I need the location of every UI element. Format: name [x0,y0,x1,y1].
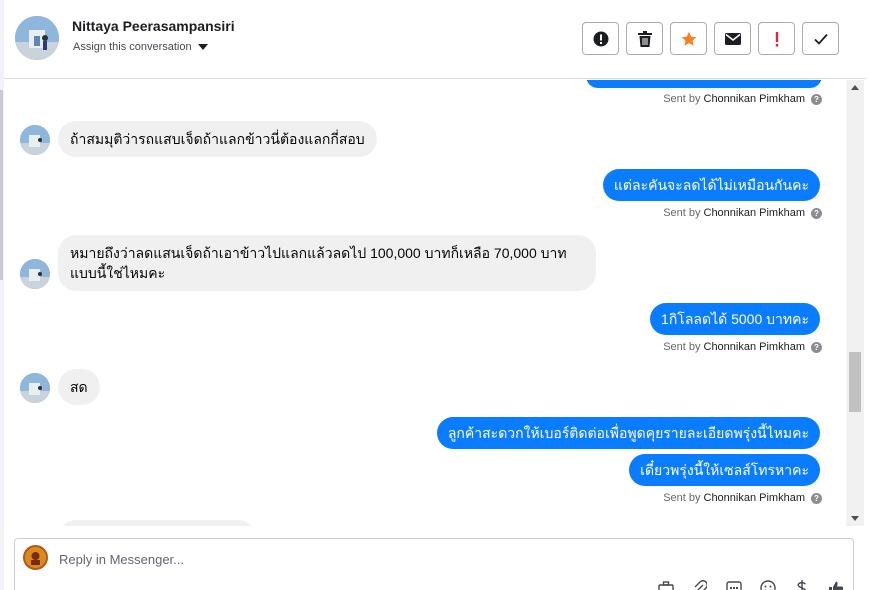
gif-icon[interactable] [725,579,743,590]
sent-by-label: Sent by Chonnikan Pimkham ? [663,341,822,353]
reply-input[interactable] [59,549,659,569]
sender-name: Chonnikan Pimkham [703,341,806,353]
contact-avatar-small [20,259,50,289]
assign-label: Assign this conversation [73,41,192,53]
incoming-message [58,520,256,526]
scroll-down-arrow-icon[interactable] [851,516,859,521]
envelope-icon [724,32,741,45]
incoming-message: สด [58,369,100,405]
assign-conversation-dropdown[interactable]: Assign this conversation [73,41,208,53]
dollar-icon[interactable] [793,579,811,590]
briefcase-icon[interactable] [657,579,675,590]
star-button[interactable] [670,22,707,55]
outgoing-message: เดี๋ยวพรุ่งนี้ให้เซลส์โทรหาคะ [629,454,820,486]
scroll-up-arrow-icon[interactable] [851,85,859,90]
scroll-thumb[interactable] [849,352,861,412]
thread-scrollbar[interactable] [846,80,864,526]
follow-up-button[interactable] [758,22,795,55]
delete-button[interactable] [626,22,663,55]
outgoing-message: ลูกค้าสะดวกให้เบอร์ติดต่อเพื่อพูดคุยรายล… [436,417,820,449]
emoji-icon[interactable] [759,579,777,590]
mark-done-button[interactable] [802,22,839,55]
sender-name: Chonnikan Pimkham [703,492,806,504]
outgoing-message: แต่ละคันจะลดได้ไม่เหมือนกันคะ [602,169,820,201]
contact-name[interactable]: Nittaya Peerasampansiri [72,18,235,34]
checkmark-icon [813,33,828,45]
outgoing-message: 1กิโลลดได้ 5000 บาทคะ [650,303,820,335]
help-icon[interactable]: ? [811,492,822,504]
paperclip-icon[interactable] [691,579,709,590]
composer-tools [657,579,845,590]
sent-by-label: Sent by Chonnikan Pimkham ? [663,492,822,504]
incoming-message: หมายถึงว่าลดแสนเจ็ดถ้าเอาข้าวไปแลกแล้วลด… [58,235,596,291]
sent-by-label: Sent by Chonnikan Pimkham ? [663,93,822,105]
message-thread: Sent by Chonnikan Pimkham ? ถ้าสมมุติว่า… [4,80,846,526]
sent-by-label: Sent by Chonnikan Pimkham ? [663,207,822,219]
thumbs-up-icon[interactable] [827,579,845,590]
conversation-toolbar [582,22,839,55]
conversation-header: Nittaya Peerasampansiri Assign this conv… [4,0,866,79]
incoming-message: ถ้าสมมุติว่ารถแสบเจ็ดถ้าแลกข้าวนี่ต้องแล… [58,121,377,157]
help-icon[interactable]: ? [811,341,822,353]
trash-icon [637,30,652,47]
alert-circle-icon [593,31,608,46]
left-panel-scrollbar[interactable] [0,90,3,280]
page-avatar [23,545,48,570]
exclamation-icon [775,31,778,46]
help-icon[interactable]: ? [811,93,822,105]
contact-avatar-small [20,373,50,403]
contact-avatar-small [20,125,50,155]
sender-name: Chonnikan Pimkham [703,207,806,219]
help-icon[interactable]: ? [811,207,822,219]
reply-composer [14,538,854,590]
sender-name: Chonnikan Pimkham [703,93,806,105]
mark-unread-button[interactable] [714,22,751,55]
mark-spam-button[interactable] [582,22,619,55]
star-icon [681,31,696,46]
contact-avatar[interactable] [15,16,59,60]
caret-down-icon [197,44,208,50]
outgoing-message [586,80,822,88]
